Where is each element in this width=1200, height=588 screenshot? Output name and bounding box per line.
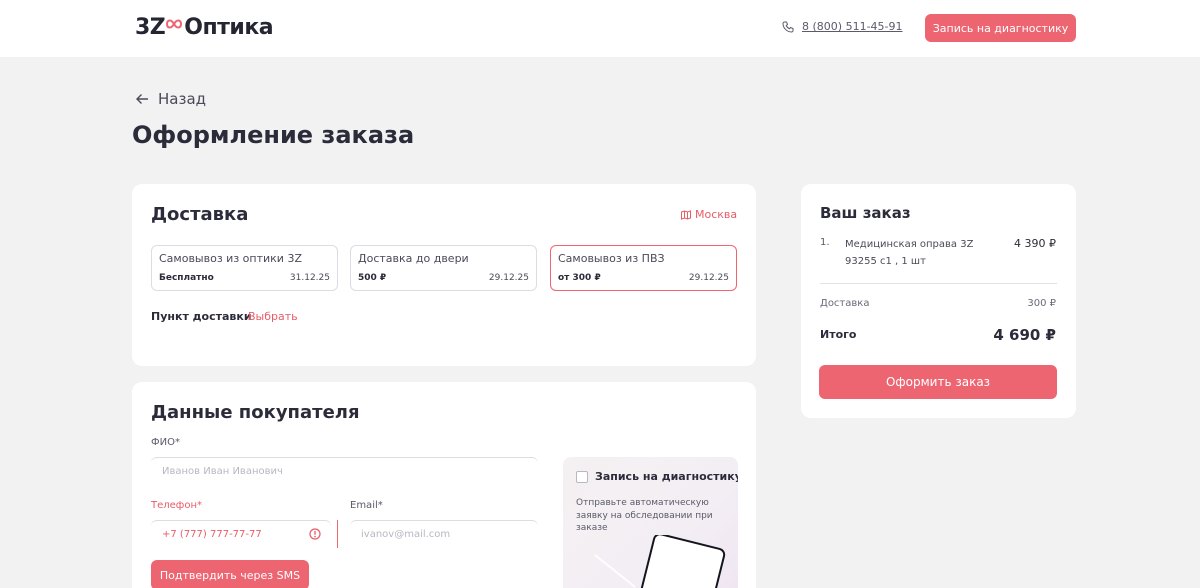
diagnostic-title: Запись на диагностику [595, 470, 738, 483]
option-date: 29.12.25 [488, 273, 529, 283]
delivery-option-pvz[interactable]: Самовывоз из ПВЗ от 300 ₽ 29.12.25 [550, 245, 737, 291]
delivery-option-door[interactable]: Доставка до двери 500 ₽ 29.12.25 [350, 245, 537, 291]
email-field[interactable]: ivanov@mail.com [350, 520, 538, 548]
option-name: Самовывоз из ПВЗ [558, 252, 665, 265]
fio-field[interactable]: Иванов Иван Иванович [151, 457, 538, 485]
arrow-left-icon [136, 94, 148, 104]
page-title: Оформление заказа [132, 121, 415, 149]
order-item-price: 4 390 ₽ [1014, 237, 1056, 250]
delivery-card: Доставка Москва Самовывоз из оптики 3Z Б… [132, 184, 756, 366]
header-diagnostic-button[interactable]: Запись на диагностику [925, 14, 1076, 42]
phone-field[interactable]: +7 (777) 777-77-77 [151, 520, 331, 548]
diagnostic-promo: Запись на диагностику Отправьте автомати… [563, 457, 738, 588]
order-summary-card: Ваш заказ 1. Медицинская оправа 3Z 93255… [801, 184, 1076, 418]
order-title: Ваш заказ [820, 204, 911, 222]
logo-text: Оптика [184, 14, 274, 40]
sms-confirm-button[interactable]: Подтвердить через SMS [151, 560, 309, 588]
diagnostic-checkbox[interactable] [576, 471, 588, 483]
back-label: Назад [158, 90, 207, 108]
option-date: 29.12.25 [688, 273, 729, 283]
option-price: 500 ₽ [358, 273, 387, 283]
tablet-illustration [594, 535, 726, 588]
delivery-title: Доставка [151, 204, 249, 225]
city-selector[interactable]: Москва [681, 208, 737, 221]
phone-number[interactable]: 8 (800) 511-45-91 [802, 20, 903, 33]
logo-mark: 3Z [135, 14, 166, 40]
pickup-point-select-link[interactable]: Выбрать [248, 310, 298, 323]
order-item-name: Медицинская оправа 3Z 93255 c1 , 1 шт [845, 239, 974, 267]
diagnostic-text: Отправьте автоматическую заявку на обсле… [576, 498, 713, 533]
buyer-card: Данные покупателя ФИО* Иванов Иван Ивано… [132, 382, 756, 588]
divider [820, 283, 1057, 284]
header: 3Z Оптика 8 (800) 511-45-91 Запись на ди… [0, 0, 1200, 57]
total-label: Итого [820, 328, 857, 341]
error-icon [309, 528, 321, 540]
phone-label: Телефон* [151, 500, 203, 511]
fio-label: ФИО* [151, 437, 180, 448]
header-phone[interactable]: 8 (800) 511-45-91 [782, 20, 903, 33]
city-name: Москва [695, 208, 738, 221]
order-item-index: 1. [820, 237, 830, 248]
submit-order-button[interactable]: Оформить заказ [819, 365, 1057, 399]
email-label: Email* [350, 500, 383, 511]
option-price: Бесплатно [159, 273, 214, 283]
total-value: 4 690 ₽ [993, 326, 1056, 344]
buyer-title: Данные покупателя [151, 402, 360, 423]
field-divider [337, 520, 338, 548]
infinity-logo-icon [166, 19, 183, 29]
option-name: Доставка до двери [358, 252, 469, 265]
option-name: Самовывоз из оптики 3Z [159, 252, 302, 265]
delivery-option-pickup-optics[interactable]: Самовывоз из оптики 3Z Бесплатно 31.12.2… [151, 245, 338, 291]
option-price: от 300 ₽ [558, 273, 601, 283]
back-link[interactable]: Назад [135, 90, 206, 108]
delivery-cost-value: 300 ₽ [1027, 298, 1056, 309]
pickup-point-label: Пункт доставки [151, 310, 252, 323]
map-icon [681, 209, 691, 220]
delivery-cost-label: Доставка [820, 298, 870, 309]
phone-icon [782, 21, 794, 33]
option-date: 31.12.25 [289, 273, 330, 283]
logo[interactable]: 3Z Оптика [135, 13, 274, 41]
